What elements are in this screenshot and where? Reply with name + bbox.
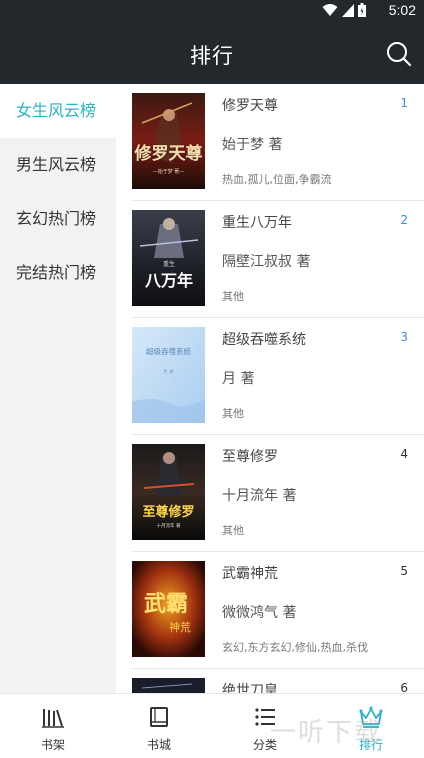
book-title: 超级吞噬系统 (222, 332, 306, 348)
list-icon (255, 708, 275, 726)
book-tags: 其他 (222, 290, 244, 303)
book-author: 十月流年 著 (222, 488, 297, 504)
book-tags: 其他 (222, 524, 244, 537)
book-tags: 玄幻,东方玄幻,修仙,热血,杀伐 (222, 641, 368, 654)
book-author: 始于梦 著 (222, 137, 283, 153)
book-tags: 热血,孤儿,位面,争霸流 (222, 173, 332, 186)
book-cover[interactable]: 武霸 神荒 (132, 561, 205, 657)
book-cover[interactable]: 重生 八万年 (132, 210, 205, 306)
book-title: 重生八万年 (222, 215, 292, 231)
status-bar: 5:02 (0, 0, 424, 22)
bottom-nav: 书架 书城 分类 排行 (0, 693, 424, 758)
page-title: 排行 (190, 44, 234, 68)
rank-number: 6 (400, 681, 408, 693)
app-header: 排行 (0, 22, 424, 84)
nav-label: 书架 (40, 738, 65, 752)
book-cover[interactable]: 修罗天尊 —始于梦 著— (132, 93, 205, 189)
nav-category[interactable]: 分类 (212, 694, 318, 758)
rank-number: 1 (400, 96, 408, 110)
battery-icon (358, 3, 366, 17)
cover-title-text: 八万年 (144, 271, 193, 290)
crown-icon (359, 706, 383, 728)
rank-number: 4 (400, 447, 408, 461)
book-row[interactable]: 修罗天尊 —始于梦 著— 修罗天尊 始于梦 著 热血,孤儿,位面,争霸流 1 (132, 84, 424, 201)
book-author: 微微鸿气 著 (222, 605, 297, 621)
rank-number: 5 (400, 564, 408, 578)
book-row[interactable]: 至尊修罗 十月流年 著 至尊修罗 十月流年 著 其他 4 (132, 435, 424, 552)
signal-icon (342, 4, 354, 17)
book-cover[interactable] (132, 678, 205, 693)
cover-author-text: —始于梦 著— (153, 168, 185, 175)
book-row[interactable]: 武霸 神荒 武霸神荒 微微鸿气 著 玄幻,东方玄幻,修仙,热血,杀伐 5 (132, 552, 424, 669)
book-row[interactable]: 绝世刀皇 6 (132, 669, 424, 693)
cover-author-text: 十月流年 著 (157, 522, 181, 529)
book-icon (150, 707, 168, 727)
status-icons (322, 3, 366, 17)
cover-sub-text: 神荒 (169, 620, 191, 634)
sidebar-item-finished[interactable]: 完结热门榜 (0, 246, 116, 300)
nav-label: 排行 (358, 738, 383, 752)
rank-number: 3 (400, 330, 408, 344)
nav-bookstore[interactable]: 书城 (106, 694, 212, 758)
wifi-icon (322, 4, 338, 16)
nav-ranking[interactable]: 排行 (318, 694, 424, 758)
cover-title-text: 修罗天尊 (134, 143, 203, 164)
sidebar-item-female[interactable]: 女生风云榜 (0, 84, 116, 138)
cover-title-text: 超级吞噬系统 (146, 346, 191, 356)
ranking-sidebar: 女生风云榜 男生风云榜 玄幻热门榜 完结热门榜 (0, 84, 116, 693)
cover-title-text: 至尊修罗 (142, 504, 194, 520)
nav-label: 书城 (146, 738, 171, 752)
sidebar-item-male[interactable]: 男生风云榜 (0, 138, 116, 192)
book-tags: 其他 (222, 407, 244, 420)
book-author: 月 著 (222, 371, 255, 387)
book-list: 修罗天尊 —始于梦 著— 修罗天尊 始于梦 著 热血,孤儿,位面,争霸流 1 重… (132, 84, 424, 693)
nav-label: 分类 (252, 738, 277, 752)
bookshelf-icon (42, 709, 64, 728)
book-author: 隔壁江叔叔 著 (222, 254, 311, 270)
rank-number: 2 (400, 213, 408, 227)
book-title: 至尊修罗 (222, 449, 278, 465)
book-row[interactable]: 重生 八万年 重生八万年 隔壁江叔叔 著 其他 2 (132, 201, 424, 318)
book-cover[interactable]: 至尊修罗 十月流年 著 (132, 444, 205, 540)
book-title: 武霸神荒 (222, 566, 278, 582)
cover-title-text: 武霸 (144, 591, 188, 617)
book-title: 修罗天尊 (222, 98, 278, 114)
status-time: 5:02 (388, 2, 416, 18)
book-row[interactable]: 超级吞噬系统 月 著 超级吞噬系统 月 著 其他 3 (132, 318, 424, 435)
cover-author-text: 月 著 (163, 368, 174, 375)
search-icon[interactable] (386, 41, 412, 67)
book-cover[interactable]: 超级吞噬系统 月 著 (132, 327, 205, 423)
nav-bookshelf[interactable]: 书架 (0, 694, 106, 758)
book-title: 绝世刀皇 (222, 683, 278, 693)
cover-sub-text: 重生 (163, 260, 175, 268)
sidebar-item-fantasy[interactable]: 玄幻热门榜 (0, 192, 116, 246)
